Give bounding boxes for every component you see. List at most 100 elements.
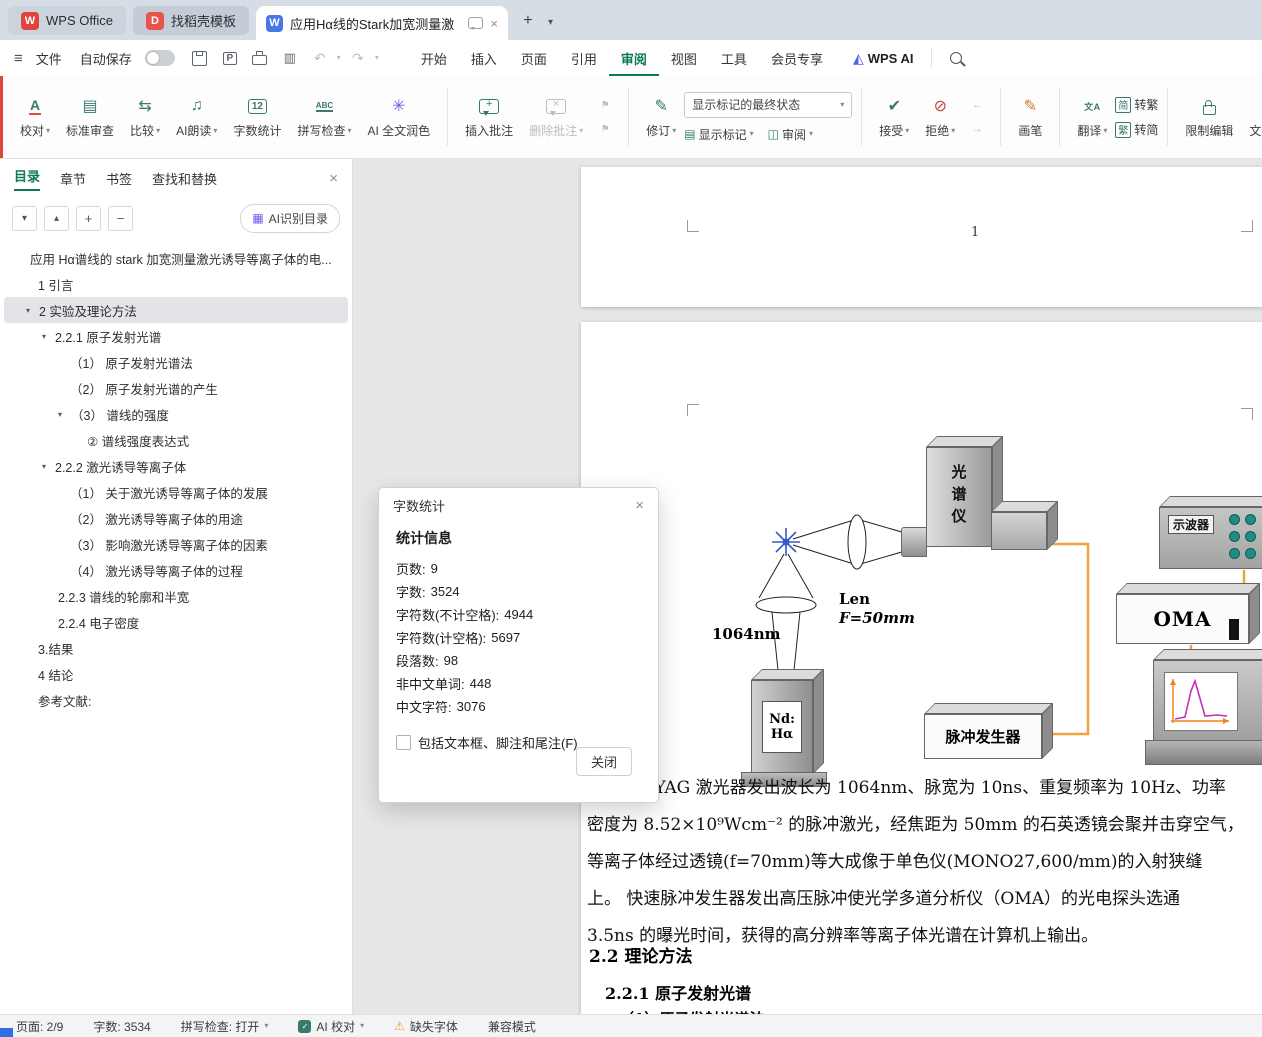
outline-item[interactable]: （1） 原子发射光谱法: [4, 349, 348, 375]
redo-button[interactable]: [345, 46, 371, 70]
undo-chevron-icon[interactable]: [337, 54, 341, 62]
spell-check-button[interactable]: 拼写检查: [289, 90, 359, 144]
missing-font-warning[interactable]: 缺失字体: [394, 1018, 458, 1035]
ai-read-button[interactable]: AI朗读: [168, 90, 225, 144]
convert-buttons: 简 转繁 繁 转简: [1115, 96, 1158, 138]
sidebar-tab-contents[interactable]: 目录: [14, 166, 40, 191]
page-indicator[interactable]: 页面: 2/9: [16, 1018, 63, 1035]
body-paragraph[interactable]: Nd:YAG 激光器发出波长为 1064nm、脉宽为 10ns、重复频率为 10…: [587, 770, 1262, 955]
document-page-1[interactable]: 1: [581, 167, 1262, 307]
collapse-arrow-icon[interactable]: [58, 410, 71, 419]
standard-review-button[interactable]: 标准审查: [58, 90, 122, 144]
tab-page[interactable]: 页面: [509, 40, 559, 77]
tab-tools[interactable]: 工具: [709, 40, 759, 77]
search-icon[interactable]: [950, 52, 962, 64]
compare-button[interactable]: 比较: [122, 90, 168, 144]
word-count-indicator[interactable]: 字数: 3534: [93, 1018, 150, 1035]
save-button[interactable]: [187, 46, 213, 70]
margin-mark: [1241, 408, 1253, 420]
outline-item[interactable]: 2.2.3 谱线的轮廓和半宽: [4, 583, 348, 609]
outline-item[interactable]: （3） 影响激光诱导等离子体的因素: [4, 531, 348, 557]
zoom-out-outline-button[interactable]: [108, 206, 133, 231]
tab-wps-office[interactable]: WPS Office: [8, 6, 126, 35]
tab-list-chevron-icon[interactable]: [548, 17, 553, 28]
delete-comment-button[interactable]: 删除批注: [521, 90, 591, 144]
close-sidebar-icon[interactable]: [329, 171, 338, 186]
outline-item[interactable]: （3） 谱线的强度: [4, 401, 348, 427]
export-pdf-button[interactable]: [217, 46, 243, 70]
collapse-arrow-icon[interactable]: [26, 306, 39, 315]
tab-home[interactable]: 开始: [409, 40, 459, 77]
pen-button[interactable]: 画笔: [1010, 90, 1050, 144]
translate-button[interactable]: 翻译: [1069, 90, 1115, 144]
heading-2-2-1[interactable]: 2.2.1 原子发射光谱: [605, 980, 751, 1004]
outline-item[interactable]: 2.2.2 激光诱导等离子体: [4, 453, 348, 479]
restrict-editing-button[interactable]: 限制编辑: [1177, 90, 1241, 144]
accept-button[interactable]: 接受: [871, 90, 917, 144]
outline-item[interactable]: 3.结果: [4, 635, 348, 661]
redo-chevron-icon[interactable]: [375, 54, 379, 62]
outline-item[interactable]: （4） 激光诱导等离子体的过程: [4, 557, 348, 583]
previous-comment-icon[interactable]: [595, 97, 615, 113]
tab-review[interactable]: 审阅: [609, 40, 659, 77]
tab-view[interactable]: 视图: [659, 40, 709, 77]
close-tab-icon[interactable]: [490, 17, 498, 30]
ai-polish-button[interactable]: AI 全文润色: [359, 90, 438, 144]
markup-state-select[interactable]: 显示标记的最终状态: [684, 92, 852, 118]
word-count-button[interactable]: 字数统计: [225, 90, 289, 144]
collapse-all-button[interactable]: [44, 206, 69, 231]
tab-insert[interactable]: 插入: [459, 40, 509, 77]
outline-item[interactable]: 2.2.1 原子发射光谱: [4, 323, 348, 349]
heading-2-2[interactable]: 2.2 理论方法: [589, 942, 693, 967]
outline-item[interactable]: 参考文献:: [4, 687, 348, 713]
tab-docer-templates[interactable]: 找稻壳模板: [133, 6, 249, 35]
outline-item[interactable]: （2） 激光诱导等离子体的用途: [4, 505, 348, 531]
collapse-arrow-icon[interactable]: [42, 332, 55, 341]
insert-comment-button[interactable]: 插入批注: [457, 90, 521, 144]
show-markup-button[interactable]: 显示标记: [684, 126, 753, 143]
previous-revision-icon[interactable]: [967, 97, 987, 113]
close-dialog-icon[interactable]: [635, 498, 644, 513]
outline-item[interactable]: 2.2.4 电子密度: [4, 609, 348, 635]
reject-button[interactable]: 拒绝: [917, 90, 963, 144]
print-button[interactable]: [247, 46, 273, 70]
close-button[interactable]: 关闭: [576, 747, 632, 776]
outline-item-selected[interactable]: 2 实验及理论方法: [4, 297, 348, 323]
next-revision-icon[interactable]: [967, 121, 987, 137]
tab-member[interactable]: 会员专享: [759, 40, 835, 77]
ai-proofread-status[interactable]: AI 校对: [298, 1018, 364, 1035]
next-comment-icon[interactable]: [595, 121, 615, 137]
undo-button[interactable]: [307, 46, 333, 70]
traditional-to-simplified-button[interactable]: 繁 转简: [1115, 121, 1158, 138]
proofread-button[interactable]: 校对: [12, 90, 58, 144]
outline-item[interactable]: （1） 关于激光诱导等离子体的发展: [4, 479, 348, 505]
tab-active-document[interactable]: 应用Hα线的Stark加宽测量激: [256, 6, 508, 40]
document-page-2[interactable]: 光谱仪 示波器 OMA: [581, 322, 1262, 1015]
print-preview-button[interactable]: [277, 46, 303, 70]
spell-check-status[interactable]: 拼写检查: 打开: [181, 1018, 269, 1035]
outline-item[interactable]: （2） 原子发射光谱的产生: [4, 375, 348, 401]
sidebar-tab-find-replace[interactable]: 查找和替换: [152, 169, 217, 188]
tab-reference[interactable]: 引用: [559, 40, 609, 77]
outline-item[interactable]: 应用 Hα谱线的 stark 加宽测量激光诱导等离子体的电...: [4, 245, 348, 271]
simplified-to-traditional-button[interactable]: 简 转繁: [1115, 96, 1158, 113]
wps-ai-button[interactable]: WPS AI: [853, 50, 914, 67]
review-pane-button[interactable]: 审阅: [768, 126, 813, 143]
doc-permission-button[interactable]: 文档权限: [1241, 90, 1262, 144]
hamburger-icon[interactable]: [14, 50, 23, 67]
new-tab-button[interactable]: [515, 8, 541, 34]
sidebar-tab-bookmarks[interactable]: 书签: [106, 169, 132, 188]
sidebar-tab-chapters[interactable]: 章节: [60, 169, 86, 188]
zoom-in-outline-button[interactable]: [76, 206, 101, 231]
sidebar-tabs: 目录 章节 书签 查找和替换: [0, 159, 352, 197]
outline-item[interactable]: 1 引言: [4, 271, 348, 297]
autosave-toggle[interactable]: [145, 50, 175, 66]
checkbox-icon[interactable]: [396, 735, 411, 750]
ai-recognize-toc-button[interactable]: AI识别目录: [240, 204, 340, 233]
expand-all-button[interactable]: [12, 206, 37, 231]
outline-item[interactable]: ② 谱线强度表达式: [4, 427, 348, 453]
collapse-arrow-icon[interactable]: [42, 462, 55, 471]
outline-item[interactable]: 4 结论: [4, 661, 348, 687]
file-menu[interactable]: 文件: [29, 49, 69, 68]
track-changes-button[interactable]: 修订: [638, 90, 684, 144]
